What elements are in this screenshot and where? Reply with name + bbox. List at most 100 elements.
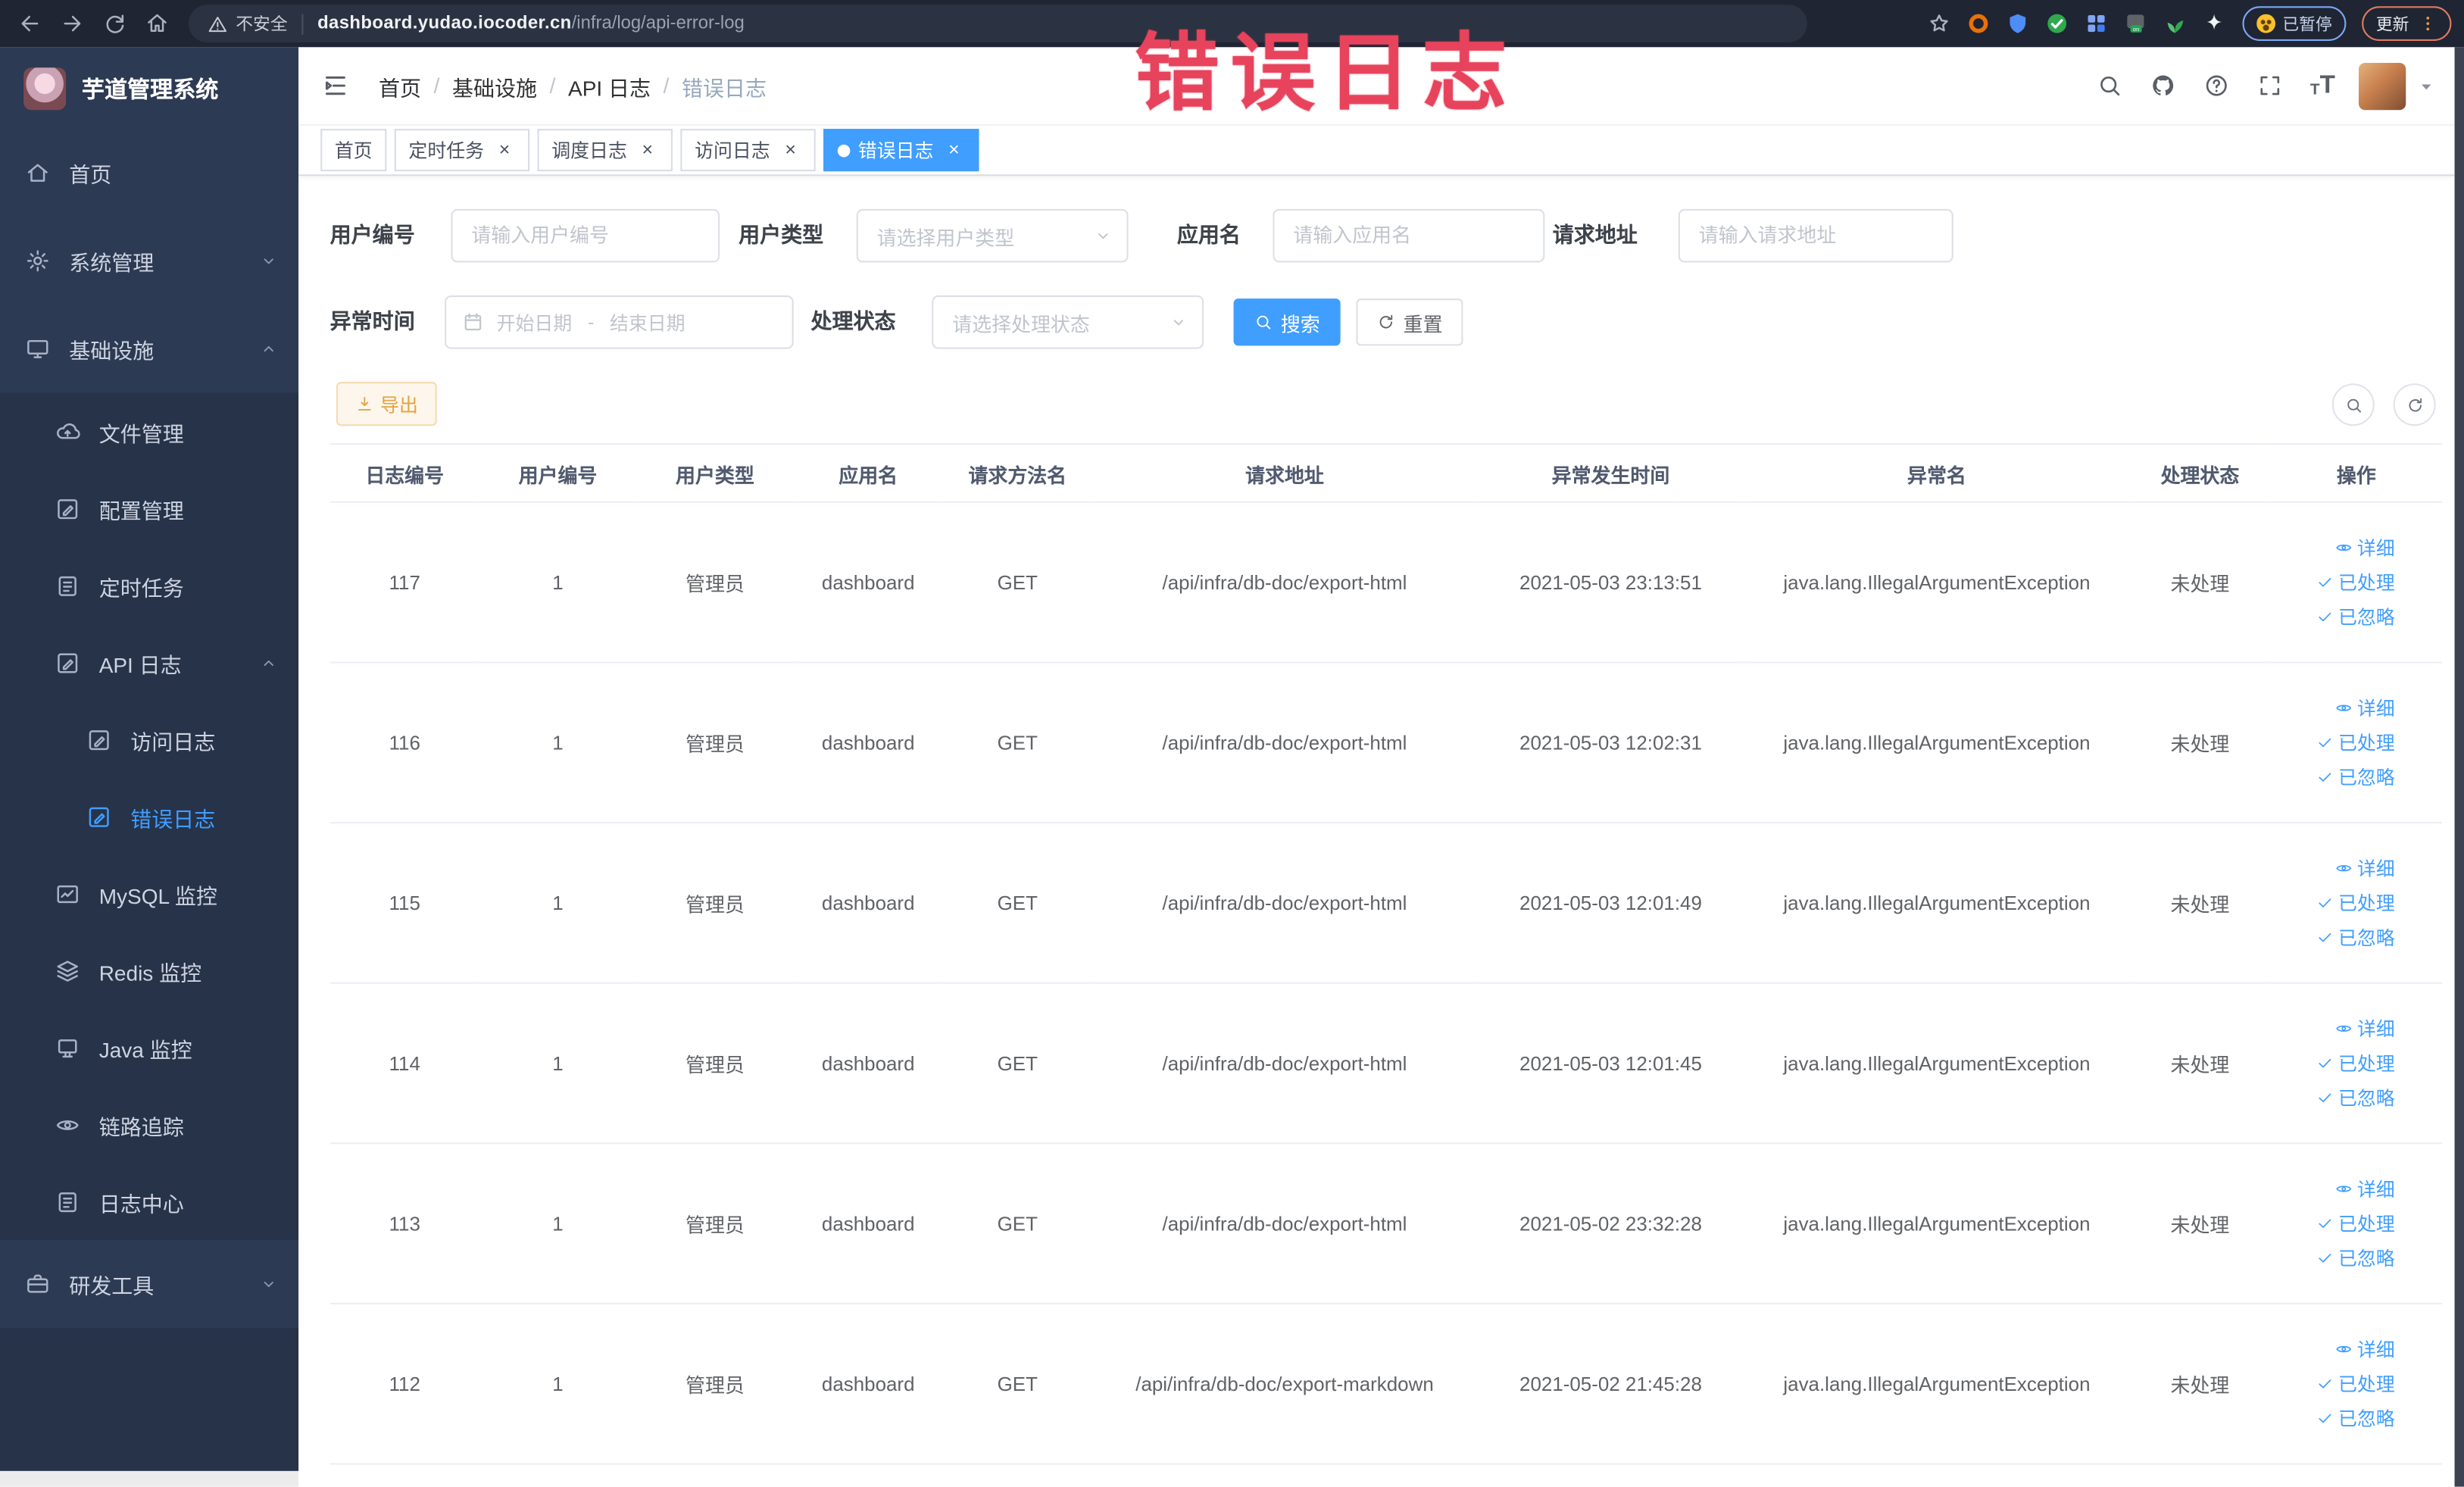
cell-status: 未处理 [2129,982,2271,1145]
tab-close-icon[interactable]: × [493,139,515,161]
action-label: 已处理 [2338,1212,2395,1235]
sidebar-item-dev-tools[interactable]: 研发工具 [0,1240,298,1328]
sidebar-item-access-logs[interactable]: 访问日志 [0,701,298,778]
check-icon [2316,733,2334,751]
sidebar-item-system-management[interactable]: 系统管理 [0,217,298,305]
toggle-search-button[interactable] [2331,383,2375,426]
refresh-table-button[interactable] [2393,383,2436,426]
tab-label: 调度日志 [551,139,627,162]
column-header-操作: 操作 [2270,443,2442,503]
reset-button[interactable]: 重置 [1356,298,1463,346]
action-detail-link[interactable]: 详细 [2277,851,2395,886]
process-status-select[interactable]: 请选择处理状态 [932,295,1204,349]
action-ignored-link[interactable]: 已忽略 [2277,1401,2395,1436]
browser-profile-badge[interactable]: 已暂停 [2241,6,2347,41]
ext-star-icon[interactable] [2201,11,2226,36]
tab-调度日志[interactable]: 调度日志 × [537,129,673,172]
sidebar-item-link-tracing[interactable]: 链路追踪 [0,1086,298,1164]
action-detail-link[interactable]: 详细 [2277,691,2395,726]
search-icon [1254,313,1273,332]
action-processed-link[interactable]: 已处理 [2277,1367,2395,1401]
user-type-select[interactable]: 请选择用户类型 [856,208,1129,263]
exception-time-range[interactable]: 开始日期 - 结束日期 [445,295,794,349]
sidebar-item-error-logs[interactable]: 错误日志 [0,778,298,855]
action-detail-link[interactable]: 详细 [2277,530,2395,565]
search-button[interactable]: 搜索 [1233,298,1341,346]
ext-sprout-icon[interactable] [2162,11,2187,36]
profile-emoji-icon [2256,14,2275,33]
page-scrollbar[interactable] [2454,47,2464,1487]
tab-close-icon[interactable]: × [636,139,658,161]
sidebar-item-java-monitor[interactable]: Java 监控 [0,1009,298,1086]
eye-icon [55,1112,80,1137]
breadcrumb-item-2[interactable]: 基础设施 [452,70,537,101]
sidebar-item-mysql-monitor[interactable]: MySQL 监控 [0,855,298,932]
app-name-input[interactable] [1273,208,1545,263]
app-name-label: 应用名 [1176,223,1241,247]
action-processed-link[interactable]: 已处理 [2277,1206,2395,1241]
sidebar-item-config-management[interactable]: 配置管理 [0,470,298,547]
sidebar-item-api-logs[interactable]: API 日志 [0,624,298,701]
avatar-caret-icon[interactable] [2417,77,2436,95]
table-row: 116 1 管理员 dashboard GET/api/infra/db-doc/exp… [329,662,2442,824]
ext-on-icon[interactable]: on [2122,11,2147,36]
action-ignored-link[interactable]: 已忽略 [2277,1241,2395,1276]
action-label: 已忽略 [2338,926,2395,949]
browser-update-button[interactable]: 更新 [2362,6,2452,41]
sidebar-item-file-management[interactable]: 文件管理 [0,393,298,470]
user-avatar[interactable] [2359,61,2406,110]
action-processed-link[interactable]: 已处理 [2277,1046,2395,1081]
tab-close-icon[interactable]: × [779,139,801,161]
ext-shield-icon[interactable] [2004,11,2029,36]
breadcrumb-item-3[interactable]: API 日志 [568,70,651,101]
action-processed-link[interactable]: 已处理 [2277,565,2395,600]
ext-green-check-icon[interactable] [2044,11,2069,36]
action-processed-link[interactable]: 已处理 [2277,886,2395,920]
search-icon[interactable] [2097,72,2123,98]
tab-定时任务[interactable]: 定时任务 × [394,129,530,172]
ext-grid-icon[interactable] [2083,11,2108,36]
sidebar-item-redis-monitor[interactable]: Redis 监控 [0,932,298,1009]
action-processed-link[interactable]: 已处理 [2277,725,2395,760]
request-url-input[interactable] [1678,208,1953,263]
github-icon[interactable] [2150,72,2176,98]
font-size-icon[interactable]: TT [2310,72,2335,98]
tab-close-icon[interactable]: × [943,139,965,161]
tab-错误日志[interactable]: 错误日志 × [823,129,979,172]
action-detail-link[interactable]: 详细 [2277,1011,2395,1046]
app-logo[interactable]: 芋道管理系统 [0,47,298,129]
browser-back-icon[interactable] [17,11,42,36]
browser-menu-icon[interactable] [2419,14,2437,33]
sidebar-item-scheduled-tasks[interactable]: 定时任务 [0,547,298,624]
action-detail-link[interactable]: 详细 [2277,1332,2395,1367]
sidebar-toggle-icon[interactable] [320,70,350,100]
export-button[interactable]: 导出 [336,382,437,426]
view-icon [2335,859,2353,876]
date-range-separator: - [587,311,595,333]
fullscreen-icon[interactable] [2256,72,2283,98]
sidebar-item-home[interactable]: 首页 [0,129,298,217]
home-icon [25,161,50,186]
sidebar-item-log-center[interactable]: 日志中心 [0,1163,298,1240]
breadcrumb-item-1[interactable]: 首页 [379,70,421,101]
action-ignored-link[interactable]: 已忽略 [2277,599,2395,634]
browser-forward-icon[interactable] [60,11,85,36]
browser-reload-icon[interactable] [102,11,127,36]
bookmark-star-icon[interactable] [1925,11,1950,36]
action-ignored-link[interactable]: 已忽略 [2277,760,2395,795]
help-icon[interactable] [2203,72,2230,98]
ext-orange-icon[interactable] [1965,11,1990,36]
action-ignored-link[interactable]: 已忽略 [2277,920,2395,955]
tab-访问日志[interactable]: 访问日志 × [680,129,816,172]
action-detail-link[interactable]: 详细 [2277,1172,2395,1207]
cell-id: 112 [329,1303,479,1465]
sidebar-item-infrastructure[interactable]: 基础设施 [0,305,298,392]
view-icon [2335,698,2353,716]
address-bar[interactable]: 不安全 dashboard.yudao.iocoder.cn/infra/log… [188,5,1807,43]
action-ignored-link[interactable]: 已忽略 [2277,1080,2395,1115]
user-id-input[interactable] [451,208,720,263]
tab-首页[interactable]: 首页 [320,129,387,172]
user-type-placeholder: 请选择用户类型 [876,226,1015,249]
cell-url: /api/infra/db-doc/export-html [1091,501,1478,664]
browser-home-icon[interactable] [145,11,170,36]
